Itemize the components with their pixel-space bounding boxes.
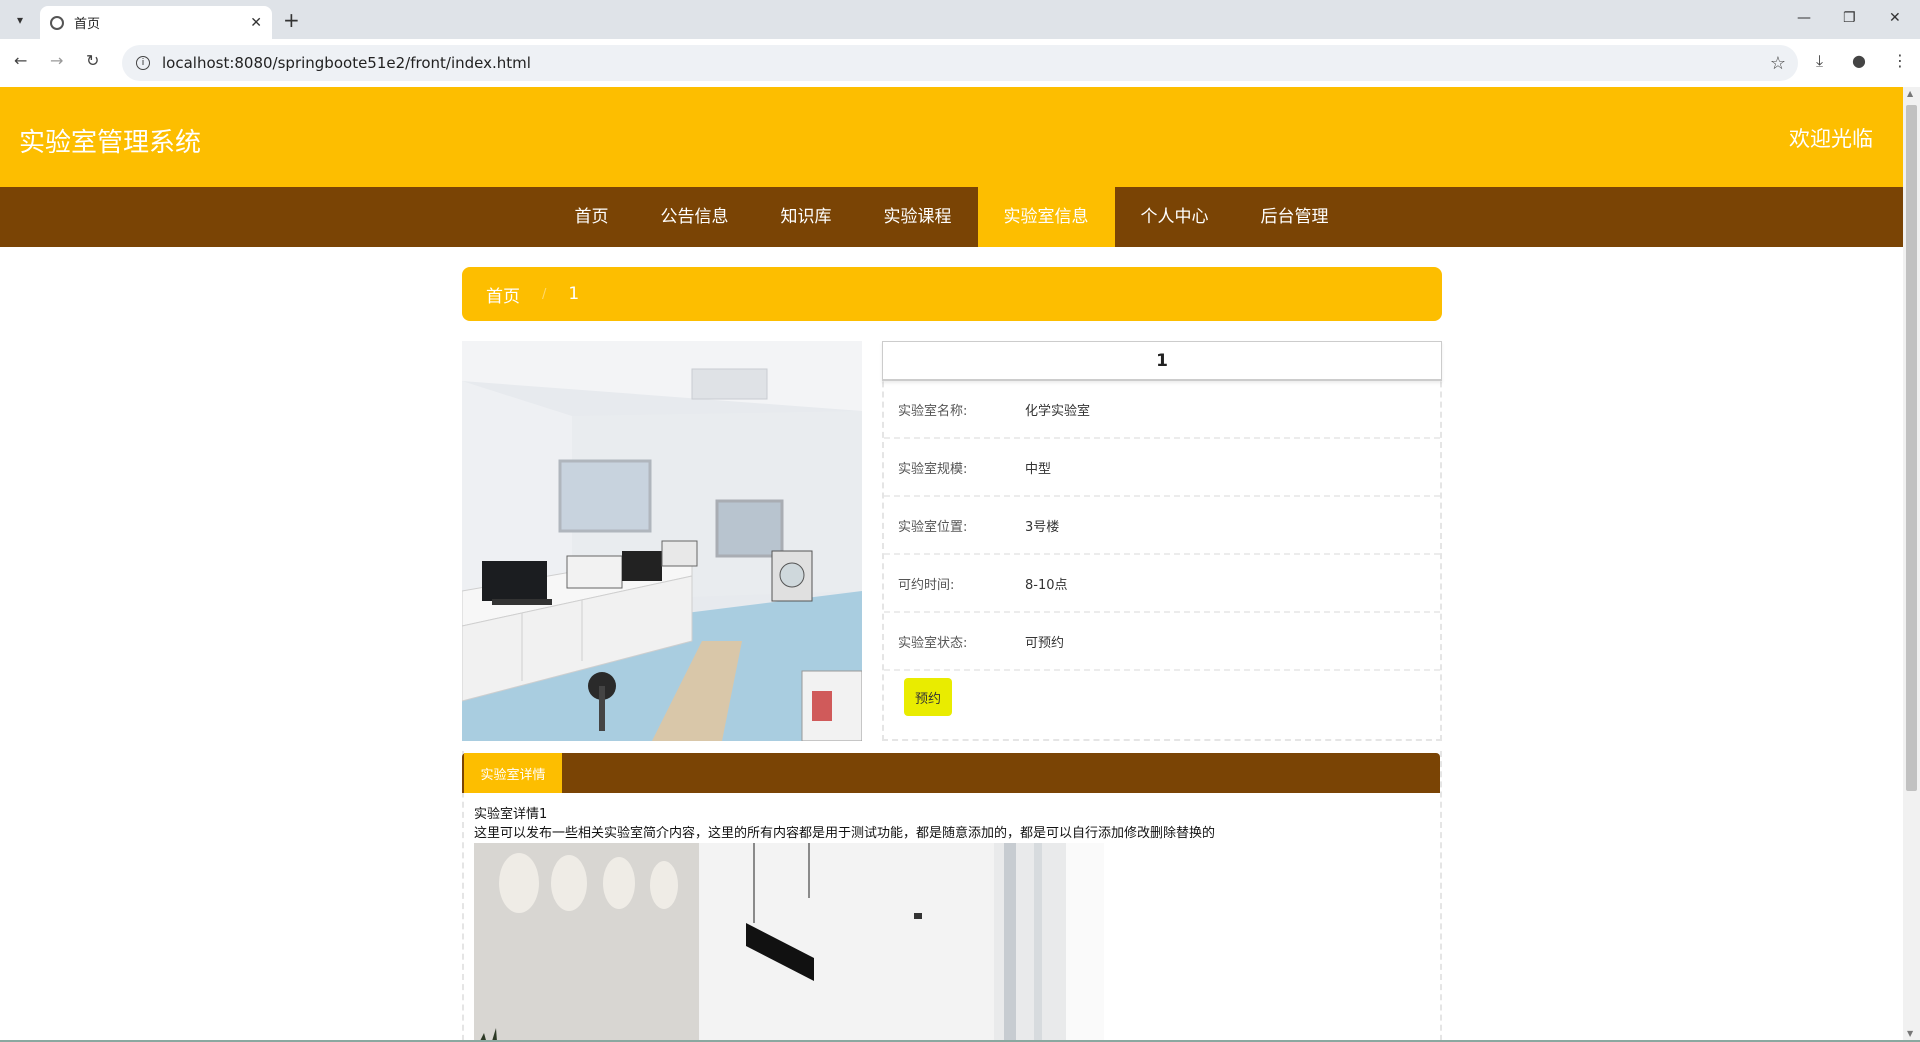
breadcrumb: 首页 / 1 [462, 267, 1442, 321]
close-window-icon[interactable]: ✕ [1889, 10, 1901, 26]
profile-icon[interactable]: ● [1852, 51, 1866, 70]
nav-item-knowledge-base[interactable]: 知识库 [755, 187, 858, 247]
browser-tab-strip: ▾ 首页 ✕ + — ❐ ✕ [0, 0, 1920, 39]
lab-info-panel: 1 实验室名称: 化学实验室 实验室规模: 中型 实验室位置: 3号楼 可约时间… [882, 341, 1442, 741]
tab-lab-detail[interactable]: 实验室详情 [464, 753, 562, 793]
info-value: 化学实验室 [1025, 403, 1091, 419]
site-title: 实验室管理系统 [19, 128, 202, 158]
address-url: localhost:8080/springboote51e2/front/ind… [162, 54, 531, 72]
detail-tab-bar: 实验室详情 [462, 753, 1440, 793]
breadcrumb-current: 1 [568, 284, 580, 304]
scrollbar-thumb[interactable] [1906, 105, 1917, 791]
welcome-text: 欢迎光临 [1789, 127, 1873, 151]
download-icon[interactable]: ⤓ [1816, 51, 1823, 71]
nav-item-personal-center[interactable]: 个人中心 [1115, 187, 1235, 247]
lab-detail-image [474, 843, 1104, 1042]
bookmark-star-icon[interactable]: ☆ [1770, 53, 1786, 74]
scroll-up-arrow-icon[interactable]: ▲ [1907, 89, 1913, 98]
nav-item-courses[interactable]: 实验课程 [858, 187, 978, 247]
info-label: 可约时间: [898, 577, 955, 593]
info-value: 8-10点 [1025, 577, 1068, 593]
menu-kebab-icon[interactable]: ⋮ [1892, 51, 1908, 70]
info-row-status: 实验室状态: 可预约 [884, 613, 1440, 671]
lab-title: 1 [882, 341, 1442, 381]
info-label: 实验室位置: [898, 519, 968, 535]
detail-line-1: 实验室详情1 [474, 807, 548, 822]
site-header: 实验室管理系统 欢迎光临 [0, 87, 1903, 187]
info-label: 实验室规模: [898, 461, 968, 477]
site-info-icon[interactable]: i [136, 56, 150, 70]
info-value: 3号楼 [1025, 519, 1060, 535]
breadcrumb-home[interactable]: 首页 [486, 282, 520, 307]
info-row-name: 实验室名称: 化学实验室 [884, 381, 1440, 439]
globe-icon [50, 15, 64, 30]
back-icon[interactable]: ← [14, 51, 27, 70]
info-row-time: 可约时间: 8-10点 [884, 555, 1440, 613]
browser-tab[interactable]: 首页 ✕ [40, 6, 272, 39]
breadcrumb-separator: / [542, 286, 547, 302]
minimize-icon[interactable]: — [1797, 10, 1811, 26]
detail-text: 实验室详情1 这里可以发布一些相关实验室简介内容，这里的所有内容都是用于测试功能… [474, 805, 1215, 843]
nav-item-admin[interactable]: 后台管理 [1235, 187, 1355, 247]
info-value: 可预约 [1025, 635, 1065, 651]
nav-item-lab-info[interactable]: 实验室信息 [977, 187, 1115, 247]
browser-toolbar: ← → ↻ i localhost:8080/springboote51e2/f… [0, 39, 1920, 87]
close-tab-icon[interactable]: ✕ [250, 15, 262, 31]
address-bar[interactable]: i localhost:8080/springboote51e2/front/i… [122, 45, 1798, 81]
tab-search-chevron-icon[interactable]: ▾ [8, 8, 32, 32]
browser-tab-title: 首页 [74, 17, 101, 32]
main-nav: 首页 公告信息 知识库 实验课程 实验室信息 个人中心 后台管理 [0, 187, 1903, 247]
info-value: 中型 [1025, 461, 1052, 477]
info-label: 实验室名称: [898, 403, 968, 419]
restore-icon[interactable]: ❐ [1843, 10, 1856, 26]
page-viewport: 实验室管理系统 欢迎光临 首页 公告信息 知识库 实验课程 实验室信息 个人中心… [0, 87, 1903, 1042]
page-scrollbar[interactable]: ▲ ▼ [1903, 87, 1920, 1042]
scroll-down-arrow-icon[interactable]: ▼ [1907, 1029, 1913, 1038]
nav-item-home[interactable]: 首页 [549, 187, 635, 247]
reserve-button[interactable]: 预约 [904, 678, 952, 716]
nav-item-announcements[interactable]: 公告信息 [635, 187, 755, 247]
forward-icon[interactable]: → [50, 51, 63, 70]
info-row-scale: 实验室规模: 中型 [884, 439, 1440, 497]
reload-icon[interactable]: ↻ [86, 51, 99, 70]
info-label: 实验室状态: [898, 635, 968, 651]
new-tab-icon[interactable]: + [283, 8, 300, 32]
lab-main-image [462, 341, 862, 741]
detail-line-2: 这里可以发布一些相关实验室简介内容，这里的所有内容都是用于测试功能，都是随意添加… [474, 826, 1216, 841]
info-row-location: 实验室位置: 3号楼 [884, 497, 1440, 555]
